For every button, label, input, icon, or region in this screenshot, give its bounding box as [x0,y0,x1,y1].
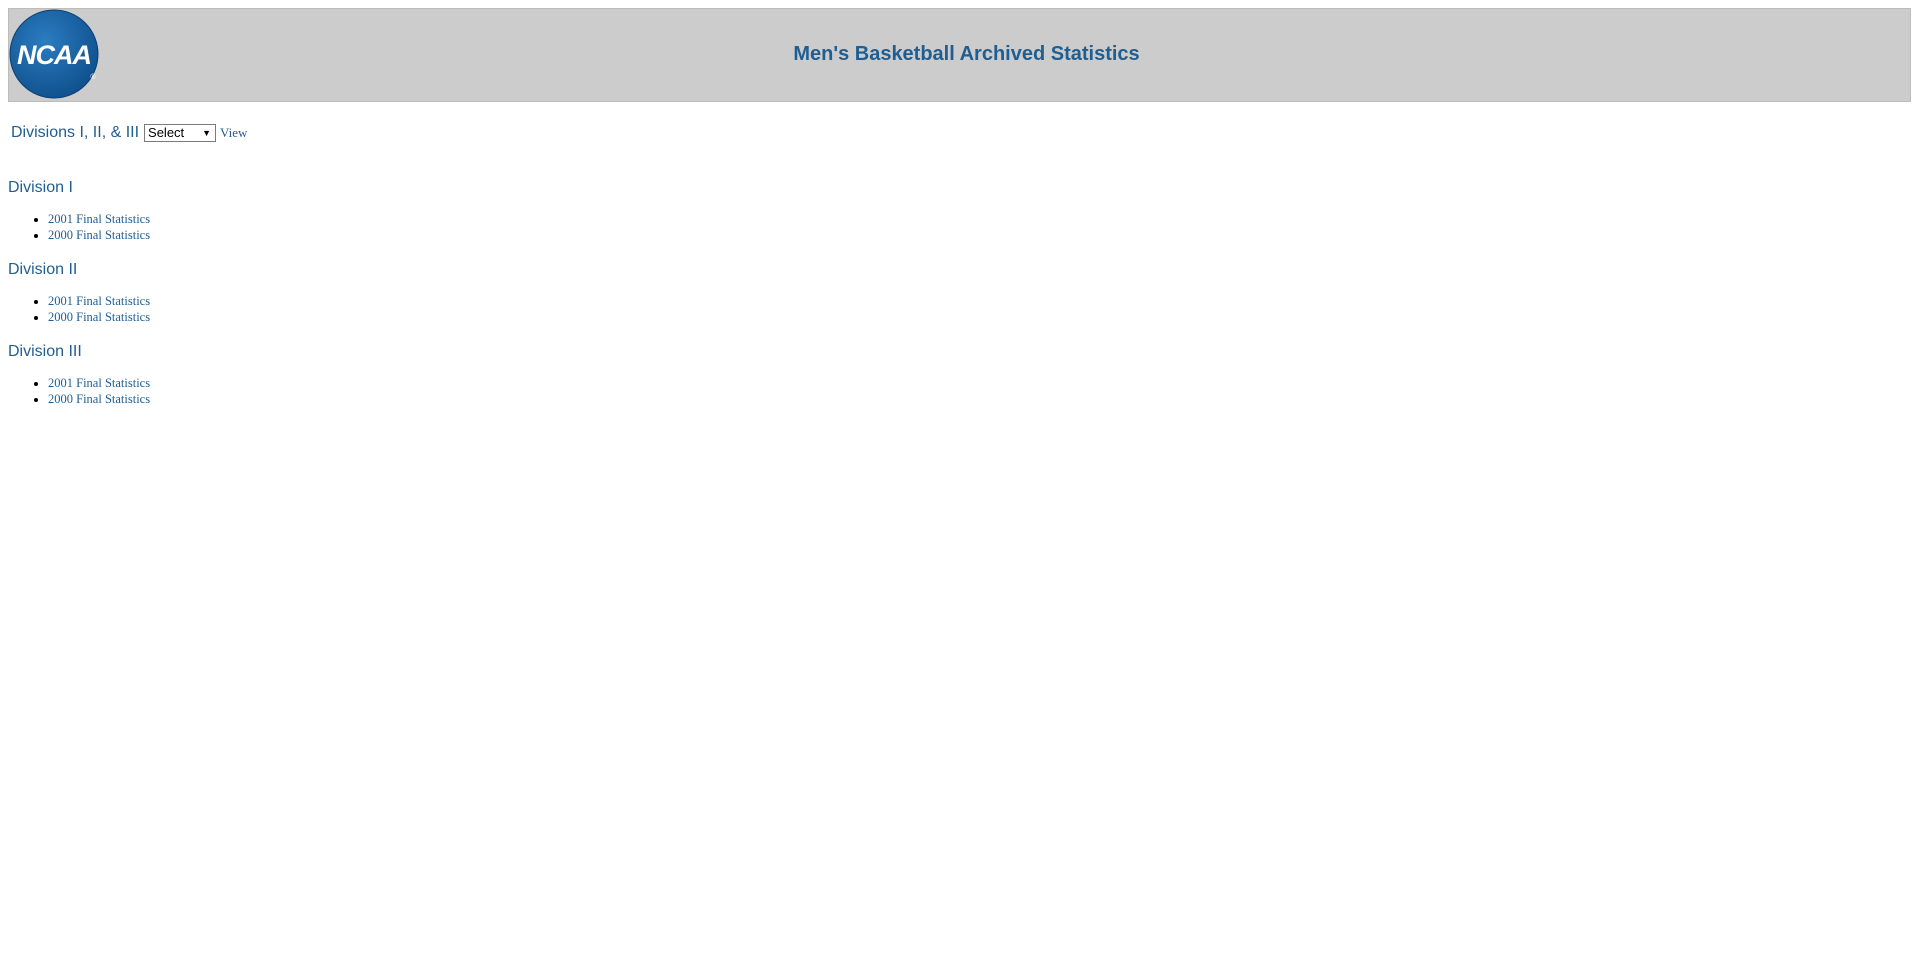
list-item: 2000 Final Statistics [48,309,150,325]
stats-link[interactable]: 2001 Final Statistics [48,376,150,390]
list-item: 2001 Final Statistics [48,211,150,227]
list-item: 2000 Final Statistics [48,227,150,243]
page-title: Men's Basketball Archived Statistics [793,43,1140,65]
list-item: 2001 Final Statistics [48,375,150,391]
division-heading: Division III [8,343,82,360]
list-item: 2001 Final Statistics [48,293,150,309]
division-1-section: Division I 2001 Final Statistics 2000 Fi… [8,178,150,243]
header-banner: NCAA ® Men's Basketball Archived Statist… [8,8,1911,102]
chevron-down-icon: ▼ [202,128,212,138]
stats-list: 2001 Final Statistics 2000 Final Statist… [8,293,150,325]
stats-link[interactable]: 2001 Final Statistics [48,294,150,308]
stats-list: 2001 Final Statistics 2000 Final Statist… [8,211,150,243]
division-heading: Division II [8,261,78,278]
stats-link[interactable]: 2000 Final Statistics [48,310,150,324]
division-select-value: Select [148,125,185,140]
division-selector-row: Divisions I, II, & III Select ▼ View [11,123,247,143]
stats-link[interactable]: 2001 Final Statistics [48,212,150,226]
stats-list: 2001 Final Statistics 2000 Final Statist… [8,375,150,407]
division-2-section: Division II 2001 Final Statistics 2000 F… [8,260,150,325]
division-3-section: Division III 2001 Final Statistics 2000 … [8,342,150,407]
stats-link[interactable]: 2000 Final Statistics [48,392,150,406]
svg-text:®: ® [90,73,96,81]
division-select[interactable]: Select ▼ [144,124,217,142]
division-heading: Division I [8,179,73,196]
division-selector-label: Divisions I, II, & III [11,124,140,141]
list-item: 2000 Final Statistics [48,391,150,407]
view-link[interactable]: View [220,125,247,141]
stats-link[interactable]: 2000 Final Statistics [48,228,150,242]
